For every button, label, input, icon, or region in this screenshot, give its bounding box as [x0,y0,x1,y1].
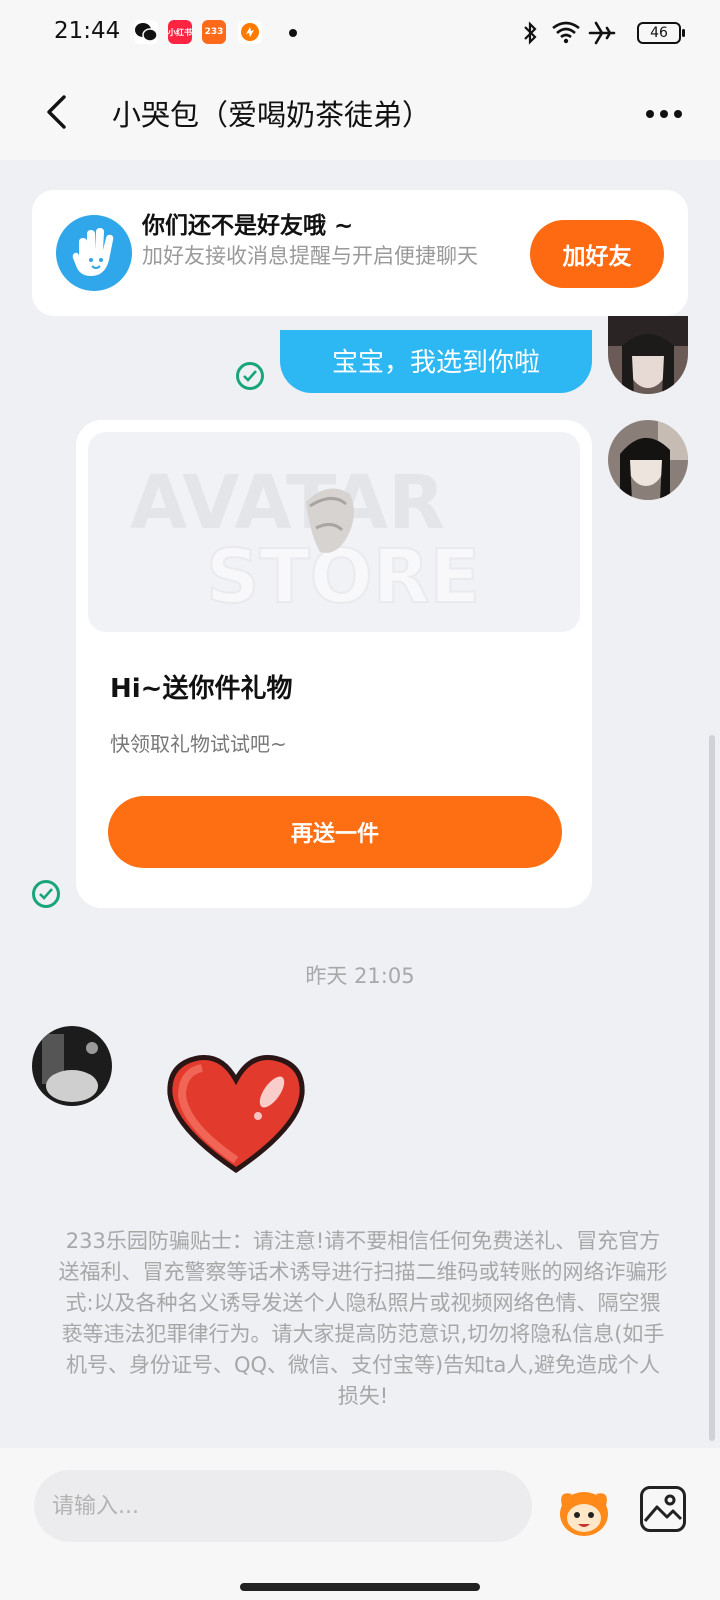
read-check-icon [236,362,264,390]
banner-subtitle: 加好友接收消息提醒与开启便捷聊天 [142,244,478,268]
orange-app-icon [238,20,262,44]
sent-text-message: 宝宝，我选到你啦 [280,330,592,393]
more-options-button[interactable] [640,96,688,132]
banner-title: 你们还不是好友哦 ~ [142,213,354,239]
gift-image: AVATAR STORE [88,432,580,632]
home-indicator[interactable] [240,1583,480,1591]
my-avatar[interactable] [608,420,688,500]
notification-dot [289,29,297,37]
bluetooth-icon [520,20,540,50]
gift-image-text-bottom: STORE [206,534,480,620]
my-avatar[interactable] [608,316,688,394]
more-dot-icon [646,110,654,118]
back-button[interactable] [36,88,76,136]
gift-subtitle: 快领取礼物试试吧~ [110,732,287,756]
add-friend-button[interactable]: 加好友 [530,220,664,288]
more-dot-icon [674,110,682,118]
airplane-mode-icon [588,20,616,50]
status-time: 21:44 [54,18,121,44]
wifi-icon [551,20,581,48]
mascot-emoji-icon [560,1492,608,1536]
image-picker-button[interactable] [640,1486,686,1532]
heart-sticker [164,1052,308,1184]
contact-avatar[interactable] [32,1026,112,1106]
wechat-icon [134,20,158,44]
xiaohongshu-icon: 小红书 [168,20,192,44]
app-233-icon: 233 [202,20,226,44]
read-check-icon [32,880,60,908]
more-dot-icon [660,110,668,118]
message-input[interactable] [34,1470,532,1542]
message-timestamp: 昨天 21:05 [305,964,415,988]
battery-icon: 46 [637,22,685,44]
emoji-sticker-button[interactable] [556,1484,612,1540]
wave-hand-icon [56,215,132,291]
scrollbar[interactable] [709,735,715,1441]
send-another-gift-button[interactable]: 再送一件 [108,796,562,868]
gift-title: Hi~送你件礼物 [110,674,293,704]
image-icon [643,1494,683,1522]
anti-fraud-notice: 233乐园防骗贴士：请注意!请不要相信任何免费送礼、冒充官方送福利、冒充警察等话… [58,1229,668,1408]
back-arrow-icon [47,95,66,129]
chat-title: 小哭包（爱喝奶茶徒弟） [112,98,432,132]
